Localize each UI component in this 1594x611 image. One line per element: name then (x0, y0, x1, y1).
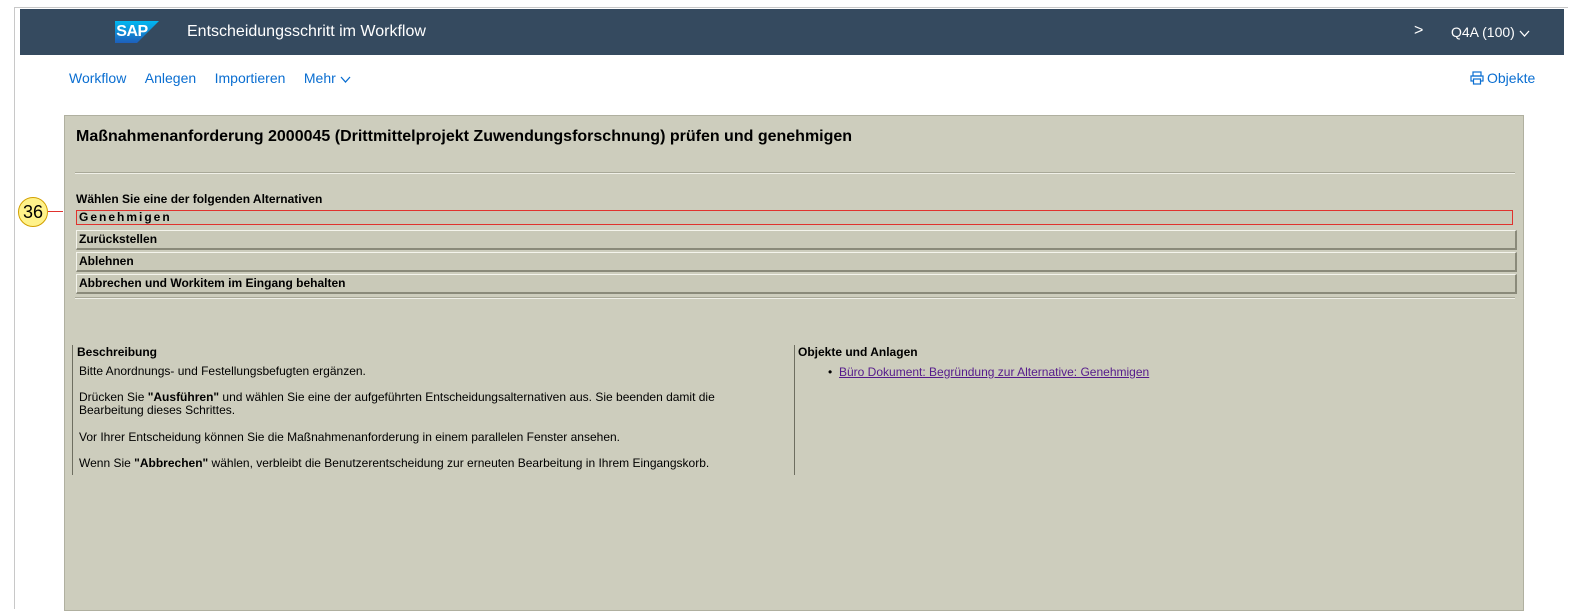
menu-mehr[interactable]: Mehr (304, 68, 351, 90)
system-menu[interactable]: Q4A (100) (1451, 22, 1530, 42)
objects-section: Objekte und Anlagen • Büro Dokument: Beg… (798, 345, 1498, 379)
decision-panel: Maßnahmenanforderung 2000045 (Drittmitte… (64, 115, 1524, 611)
page-title: Maßnahmenanforderung 2000045 (Drittmitte… (76, 128, 853, 145)
system-label: Q4A (100) (1451, 24, 1515, 40)
chevron-down-icon (1519, 22, 1530, 42)
description-text: Drücken Sie (79, 390, 148, 404)
menu-importieren[interactable]: Importieren (215, 68, 286, 88)
description-paragraph: Drücken Sie "Ausführen" und wählen Sie e… (79, 391, 779, 417)
alternatives-label: Wählen Sie eine der folgenden Alternativ… (76, 192, 323, 206)
menu-mehr-label: Mehr (303, 70, 336, 86)
attachment-link[interactable]: Büro Dokument: Begründung zur Alternativ… (839, 365, 1149, 379)
description-paragraph: Wenn Sie "Abbrechen" wählen, verbleibt d… (79, 457, 779, 470)
bullet-icon: • (828, 365, 833, 379)
divider (75, 297, 1515, 299)
description-emphasis: "Ausführen" (147, 390, 220, 404)
menu-workflow[interactable]: Workflow (69, 68, 126, 88)
description-line: Bitte Anordnungs- und Festellungsbefugte… (79, 364, 366, 378)
alternative-zurueckstellen-button[interactable]: Zurückstellen (76, 230, 1517, 250)
objects-button[interactable]: Objekte (1470, 68, 1535, 90)
app-title: Entscheidungsschritt im Workflow (187, 23, 426, 40)
printer-icon (1470, 70, 1484, 90)
shell-bar: SAP Entscheidungsschritt im Workflow > Q… (20, 9, 1564, 55)
chevron-down-icon (340, 74, 351, 86)
alternative-genehmigen-button[interactable]: Genehmigen (76, 210, 1513, 225)
callout-line (48, 211, 63, 212)
objects-heading: Objekte und Anlagen (798, 345, 918, 359)
description-emphasis: "Abbrechen" (134, 456, 209, 470)
description-section: Beschreibung Bitte Anordnungs- und Feste… (72, 345, 795, 475)
objects-label: Objekte (1487, 70, 1536, 86)
menu-anlegen[interactable]: Anlegen (145, 68, 196, 88)
description-heading: Beschreibung (77, 345, 158, 359)
sap-logo-text: SAP (116, 23, 148, 40)
description-text: Wenn Sie (79, 456, 135, 470)
alternative-abbrechen-button[interactable]: Abbrechen und Workitem im Eingang behalt… (76, 274, 1517, 294)
description-text: wählen, verbleibt die Benutzerentscheidu… (208, 456, 710, 470)
sap-logo[interactable]: SAP (115, 21, 159, 43)
divider (75, 172, 1515, 174)
toolbar: Workflow Anlegen Importieren Mehr (69, 68, 365, 88)
step-number-badge: 36 (18, 197, 48, 227)
chevron-right-icon[interactable]: > (1414, 21, 1423, 41)
alternative-ablehnen-button[interactable]: Ablehnen (76, 252, 1517, 272)
window-frame: SAP Entscheidungsschritt im Workflow > Q… (14, 7, 1568, 611)
description-line: Vor Ihrer Entscheidung können Sie die Ma… (79, 430, 621, 444)
